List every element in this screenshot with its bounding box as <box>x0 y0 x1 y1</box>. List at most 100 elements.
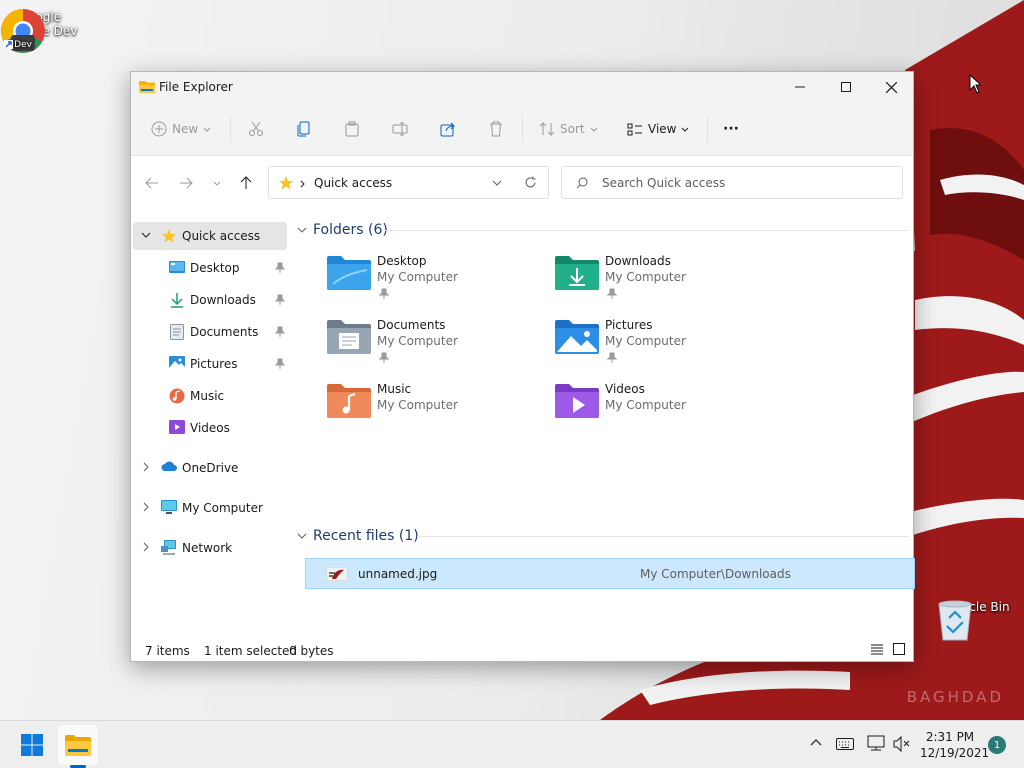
forward-button[interactable] <box>176 173 196 193</box>
desktop-folder-icon <box>327 256 371 290</box>
windows-logo-icon <box>21 734 43 756</box>
sidebar-item-pictures[interactable]: Pictures <box>133 350 287 378</box>
sidebar-item-label: Pictures <box>190 357 238 371</box>
folder-tile-music[interactable]: Music My Computer <box>327 382 547 438</box>
recent-file-row[interactable]: unnamed.jpg My Computer\Downloads <box>305 558 915 589</box>
file-explorer-window[interactable]: File Explorer New Sort View ··· Quick ac… <box>130 71 915 662</box>
rename-button[interactable] <box>392 114 408 144</box>
sidebar-item-videos[interactable]: Videos <box>133 414 287 442</box>
maximize-button[interactable] <box>823 72 869 102</box>
start-button[interactable] <box>12 725 52 765</box>
more-options-button[interactable]: ··· <box>723 114 739 144</box>
sidebar-item-documents[interactable]: Documents <box>133 318 287 346</box>
chevron-right-icon[interactable] <box>141 542 151 552</box>
downloads-folder-icon <box>555 256 599 290</box>
document-icon <box>170 324 184 340</box>
notification-badge[interactable]: 1 <box>988 736 1006 754</box>
folder-tile-desktop[interactable]: Desktop My Computer <box>327 254 547 310</box>
computer-icon <box>161 500 177 514</box>
address-path: Quick access <box>314 176 393 190</box>
cut-button[interactable] <box>248 114 264 144</box>
recent-files-header-label: Recent files (1) <box>313 528 419 544</box>
pictures-folder-icon <box>555 320 599 354</box>
minimize-icon <box>795 86 805 88</box>
folder-location: My Computer <box>377 334 458 348</box>
large-icons-view-icon[interactable] <box>893 643 905 655</box>
address-dropdown-icon[interactable] <box>492 180 502 186</box>
chevron-down-icon <box>590 127 597 132</box>
minimize-button[interactable] <box>777 72 823 102</box>
sidebar-item-onedrive[interactable]: OneDrive <box>133 454 287 482</box>
sidebar-item-my-computer[interactable]: My Computer <box>133 494 287 522</box>
documents-folder-icon <box>327 320 371 354</box>
folder-tile-documents[interactable]: Documents My Computer <box>327 318 547 374</box>
folder-location: My Computer <box>605 334 686 348</box>
cloud-icon <box>161 461 177 471</box>
chevron-right-icon[interactable] <box>141 502 151 512</box>
folder-location: My Computer <box>377 398 458 412</box>
up-button[interactable] <box>236 173 256 193</box>
details-view-icon[interactable] <box>871 644 883 655</box>
paste-button[interactable] <box>344 114 360 144</box>
more-options-icon: ··· <box>723 121 739 137</box>
taskbar-file-explorer-button[interactable] <box>58 725 98 765</box>
up-arrow-icon <box>240 176 252 189</box>
recent-locations-button[interactable] <box>207 173 227 193</box>
cut-icon <box>249 121 263 136</box>
sidebar-item-music[interactable]: Music <box>133 382 287 410</box>
copy-button[interactable] <box>296 114 312 144</box>
sidebar-item-desktop[interactable]: Desktop <box>133 254 287 282</box>
view-label: View <box>648 122 677 136</box>
music-icon <box>169 388 185 404</box>
forward-arrow-icon <box>180 177 193 189</box>
folder-tile-videos[interactable]: Videos My Computer <box>555 382 775 438</box>
selection-info: 1 item selected <box>204 644 298 658</box>
sort-button[interactable]: Sort <box>539 114 598 144</box>
keyboard-icon[interactable] <box>836 738 854 750</box>
view-button[interactable]: View <box>627 114 689 144</box>
folder-location: My Computer <box>377 270 458 284</box>
sidebar-item-network[interactable]: Network <box>133 534 287 562</box>
close-button[interactable] <box>868 72 914 102</box>
delete-button[interactable] <box>488 114 504 144</box>
pin-icon <box>607 288 617 299</box>
back-button[interactable] <box>142 173 162 193</box>
network-status-icon[interactable] <box>866 735 886 753</box>
title-bar[interactable]: File Explorer <box>131 72 913 102</box>
folder-tile-downloads[interactable]: Downloads My Computer <box>555 254 775 310</box>
desktop-icon <box>169 261 185 273</box>
videos-folder-icon <box>555 384 599 418</box>
selection-size: 0 bytes <box>289 644 334 658</box>
back-arrow-icon <box>145 177 158 189</box>
share-button[interactable] <box>440 114 456 144</box>
navigation-pane: Quick access Desktop Downloads Documents… <box>131 208 291 633</box>
paste-icon <box>345 121 359 137</box>
new-button[interactable]: New <box>151 114 211 144</box>
new-icon <box>151 121 167 137</box>
pin-icon <box>379 352 389 363</box>
picture-icon <box>169 356 185 370</box>
image-file-thumbnail-icon <box>326 567 348 581</box>
chevron-right-icon[interactable] <box>141 462 151 472</box>
search-box[interactable]: Search Quick access <box>561 166 903 199</box>
desktop-icon-recycle-bin[interactable]: Recycle Bin <box>935 598 1015 641</box>
status-bar: 7 items 1 item selected 0 bytes <box>131 639 913 661</box>
chevron-down-icon[interactable] <box>141 230 151 240</box>
video-icon <box>169 420 185 434</box>
clock[interactable]: 2:31 PM 12/19/2021 <box>920 729 990 761</box>
sidebar-item-downloads[interactable]: Downloads <box>133 286 287 314</box>
refresh-icon[interactable] <box>524 176 537 189</box>
sort-label: Sort <box>560 122 585 136</box>
folders-section-header[interactable]: Folders (6) <box>297 220 388 240</box>
network-icon <box>161 540 176 555</box>
music-folder-icon <box>327 384 371 418</box>
volume-muted-icon[interactable] <box>893 736 911 752</box>
recent-files-section-header[interactable]: Recent files (1) <box>297 526 419 546</box>
sidebar-item-quick-access[interactable]: Quick access <box>133 222 287 250</box>
address-bar[interactable]: Quick access <box>268 166 549 199</box>
show-hidden-icons-icon[interactable] <box>810 737 822 749</box>
clock-date: 12/19/2021 <box>920 746 990 760</box>
item-count: 7 items <box>145 644 190 658</box>
desktop-icon-chrome-dev[interactable]: Dev Google Chrome Dev <box>0 8 80 53</box>
folder-tile-pictures[interactable]: Pictures My Computer <box>555 318 775 374</box>
